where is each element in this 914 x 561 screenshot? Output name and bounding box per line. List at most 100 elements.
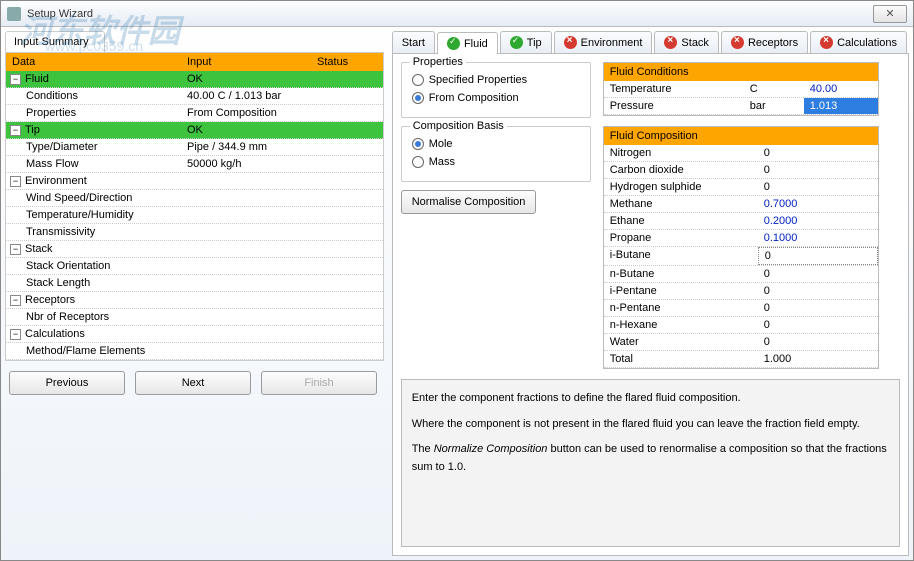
comp-value[interactable]: 0 (758, 247, 878, 265)
titlebar: Setup Wizard ✕ (1, 1, 913, 27)
radio-specified-properties[interactable]: Specified Properties (412, 71, 580, 89)
tab-label: Start (402, 37, 425, 49)
conditions-row[interactable]: TemperatureC40.00 (604, 81, 878, 98)
tab-environment[interactable]: Environment (554, 31, 653, 53)
comp-value[interactable]: 0 (758, 145, 878, 161)
summary-row[interactable]: −Stack (6, 241, 383, 258)
expander-icon[interactable]: − (10, 244, 21, 255)
radio-mole[interactable]: Mole (412, 135, 580, 153)
expander-icon[interactable]: − (10, 176, 21, 187)
summary-row[interactable]: Nbr of Receptors (6, 309, 383, 326)
previous-button[interactable]: Previous (9, 371, 125, 395)
composition-row[interactable]: Hydrogen sulphide0 (604, 179, 878, 196)
comp-value[interactable]: 1.000 (758, 351, 878, 367)
composition-row[interactable]: Carbon dioxide0 (604, 162, 878, 179)
help-line-2: Where the component is not present in th… (412, 416, 889, 434)
tab-label: Fluid (464, 38, 488, 50)
tab-start[interactable]: Start (392, 31, 435, 53)
cond-value[interactable]: 40.00 (804, 81, 878, 97)
tab-label: Tip (527, 37, 542, 49)
comp-label: n-Pentane (604, 300, 758, 316)
expander-icon[interactable]: − (10, 74, 21, 85)
tab-stack[interactable]: Stack (654, 31, 719, 53)
radio-from-composition[interactable]: From Composition (412, 89, 580, 107)
header-input: Input (181, 53, 311, 71)
tab-content-fluid: Properties Specified Properties From Com… (392, 54, 909, 556)
next-button[interactable]: Next (135, 371, 251, 395)
comp-value[interactable]: 0 (758, 162, 878, 178)
help-text: The (412, 443, 434, 455)
radio-mass[interactable]: Mass (412, 153, 580, 171)
summary-label: Properties (26, 107, 76, 119)
summary-label: Wind Speed/Direction (26, 192, 132, 204)
composition-row[interactable]: Total1.000 (604, 351, 878, 368)
tab-tip[interactable]: Tip (500, 31, 552, 53)
summary-status (311, 71, 383, 87)
radio-icon (412, 92, 424, 104)
comp-label: Nitrogen (604, 145, 758, 161)
comp-value[interactable]: 0 (758, 283, 878, 299)
tab-label: Receptors (748, 37, 798, 49)
right-data-col: Fluid Conditions TemperatureC40.00Pressu… (603, 62, 900, 369)
summary-row[interactable]: Stack Orientation (6, 258, 383, 275)
summary-label: Calculations (25, 328, 85, 340)
fluid-composition-header: Fluid Composition (604, 127, 878, 145)
summary-row[interactable]: −FluidOK (6, 71, 383, 88)
summary-row[interactable]: Method/Flame Elements (6, 343, 383, 360)
composition-row[interactable]: Methane0.7000 (604, 196, 878, 213)
composition-row[interactable]: i-Pentane0 (604, 283, 878, 300)
composition-row[interactable]: i-Butane0 (604, 247, 878, 266)
comp-value[interactable]: 0.2000 (758, 213, 878, 229)
summary-row[interactable]: −TipOK (6, 122, 383, 139)
check-icon (447, 37, 460, 50)
cond-value[interactable]: 1.013 (804, 98, 878, 114)
summary-row[interactable]: Mass Flow50000 kg/h (6, 156, 383, 173)
close-button[interactable]: ✕ (873, 5, 907, 23)
expander-icon[interactable]: − (10, 329, 21, 340)
tabs-bar: Start Fluid Tip EnvironmentStack Receptors Ca… (392, 31, 909, 54)
normalise-composition-button[interactable]: Normalise Composition (401, 190, 537, 214)
summary-input (181, 173, 311, 189)
comp-value[interactable]: 0 (758, 266, 878, 282)
summary-row[interactable]: Transmissivity (6, 224, 383, 241)
cond-label: Temperature (604, 81, 744, 97)
composition-row[interactable]: n-Hexane0 (604, 317, 878, 334)
comp-value[interactable]: 0 (758, 300, 878, 316)
expander-icon[interactable]: − (10, 295, 21, 306)
tab-input-summary[interactable]: Input Summary (5, 31, 105, 52)
expander-icon[interactable]: − (10, 125, 21, 136)
composition-row[interactable]: n-Butane0 (604, 266, 878, 283)
summary-row[interactable]: −Environment (6, 173, 383, 190)
summary-row[interactable]: PropertiesFrom Composition (6, 105, 383, 122)
tab-fluid[interactable]: Fluid (437, 32, 498, 54)
comp-value[interactable]: 0.7000 (758, 196, 878, 212)
summary-row[interactable]: −Calculations (6, 326, 383, 343)
header-data: Data (6, 53, 181, 71)
summary-status (311, 139, 383, 155)
comp-value[interactable]: 0.1000 (758, 230, 878, 246)
summary-input (181, 343, 311, 359)
error-icon (564, 36, 577, 49)
tab-receptors[interactable]: Receptors (721, 31, 808, 53)
summary-label: Transmissivity (26, 226, 95, 238)
comp-value[interactable]: 0 (758, 317, 878, 333)
composition-row[interactable]: n-Pentane0 (604, 300, 878, 317)
composition-row[interactable]: Propane0.1000 (604, 230, 878, 247)
composition-row[interactable]: Nitrogen0 (604, 145, 878, 162)
app-icon (7, 7, 21, 21)
summary-row[interactable]: Type/DiameterPipe / 344.9 mm (6, 139, 383, 156)
summary-label: Method/Flame Elements (26, 345, 145, 357)
summary-row[interactable]: Wind Speed/Direction (6, 190, 383, 207)
comp-value[interactable]: 0 (758, 179, 878, 195)
composition-row[interactable]: Water0 (604, 334, 878, 351)
conditions-row[interactable]: Pressurebar1.013 (604, 98, 878, 115)
summary-row[interactable]: Temperature/Humidity (6, 207, 383, 224)
tab-calculations[interactable]: Calculations (810, 31, 907, 53)
summary-input: 50000 kg/h (181, 156, 311, 172)
comp-value[interactable]: 0 (758, 334, 878, 350)
summary-row[interactable]: −Receptors (6, 292, 383, 309)
summary-row[interactable]: Conditions40.00 C / 1.013 bar (6, 88, 383, 105)
summary-row[interactable]: Stack Length (6, 275, 383, 292)
composition-row[interactable]: Ethane0.2000 (604, 213, 878, 230)
summary-status (311, 122, 383, 138)
